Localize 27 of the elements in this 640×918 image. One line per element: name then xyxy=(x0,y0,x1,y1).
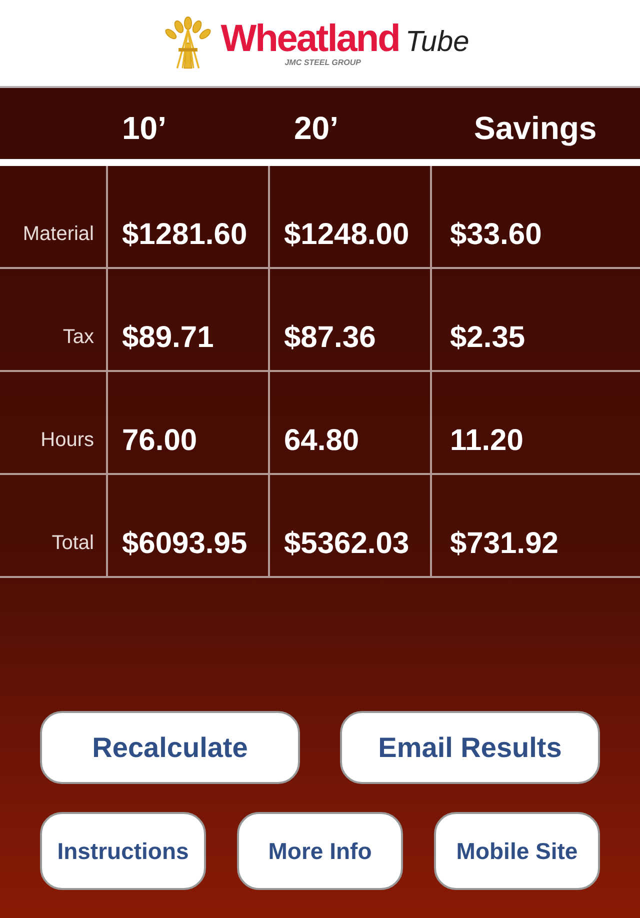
row-label: Hours xyxy=(40,429,94,452)
table-cell: $1281.60 xyxy=(122,218,248,252)
column-header: 20’ xyxy=(294,110,338,146)
action-button[interactable]: Email Results xyxy=(340,711,600,784)
row-label: Total xyxy=(52,532,94,555)
table-cell: $87.36 xyxy=(284,320,376,354)
brand-name: Wheatland xyxy=(220,20,400,58)
action-button[interactable]: Recalculate xyxy=(40,711,300,784)
table-cell: $33.60 xyxy=(450,218,542,252)
brand-tagline: JMC STEEL GROUP xyxy=(284,58,362,66)
action-button[interactable]: More Info xyxy=(237,812,403,890)
table-cell: $6093.95 xyxy=(122,526,248,560)
column-header: 10’ xyxy=(122,110,166,146)
brand-suffix: Tube xyxy=(405,28,470,56)
column-header: Savings xyxy=(474,110,597,146)
table-cell: 11.20 xyxy=(450,424,524,458)
table-cell: $1248.00 xyxy=(284,218,410,252)
action-button[interactable]: Mobile Site xyxy=(434,812,600,890)
row-label: Tax xyxy=(62,326,94,349)
table-cell: $89.71 xyxy=(122,320,214,354)
table-cell: $731.92 xyxy=(450,526,558,560)
table-cell: 64.80 xyxy=(284,424,360,458)
action-button[interactable]: Instructions xyxy=(40,812,206,890)
table-cell: $5362.03 xyxy=(284,526,410,560)
table-cell: $2.35 xyxy=(450,320,526,354)
row-label: Material xyxy=(22,223,94,246)
table-cell: 76.00 xyxy=(122,424,198,458)
